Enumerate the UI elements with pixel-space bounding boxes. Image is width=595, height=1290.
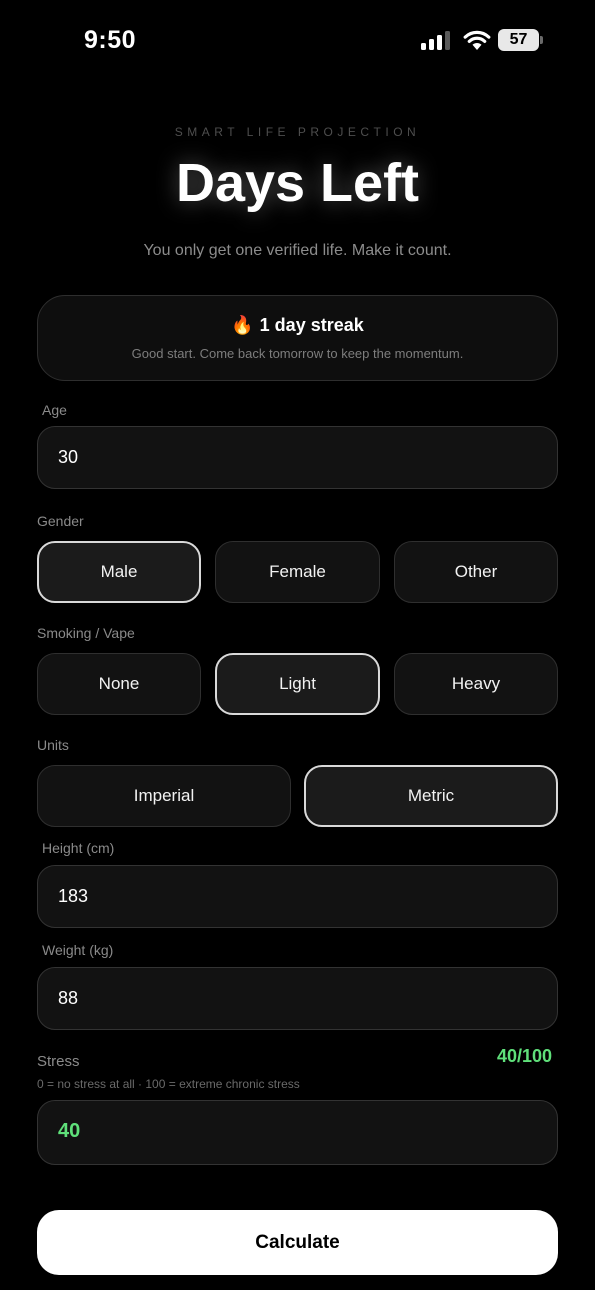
stress-readout: 40/100	[496, 1046, 552, 1066]
wifi-icon	[463, 30, 491, 50]
streak-title: 🔥 1 day streak	[38, 315, 557, 336]
battery-level: 57	[498, 29, 539, 51]
gender-option-other[interactable]: Other	[394, 541, 558, 603]
height-value: 183	[58, 886, 89, 906]
page-title: Days Left	[175, 153, 420, 213]
units-label: Units	[37, 737, 69, 753]
streak-card: 🔥 1 day streak Good start. Come back tomo…	[37, 295, 558, 381]
kicker-text: SMART LIFE PROJECTION	[174, 125, 421, 139]
age-value: 30	[58, 447, 79, 467]
fire-icon: 🔥	[231, 315, 254, 335]
age-label: Age	[42, 402, 67, 418]
status-time: 9:50	[84, 26, 137, 54]
streak-subtitle: Good start. Come back tomorrow to keep t…	[131, 346, 464, 361]
smoking-option-none[interactable]: None	[37, 653, 201, 715]
units-option-metric[interactable]: Metric	[304, 765, 558, 827]
status-bar: 9:50 57	[0, 0, 595, 80]
smoking-label: Smoking / Vape	[37, 625, 135, 641]
tagline: You only get one verified life. Make it …	[143, 242, 452, 259]
height-label: Height (cm)	[42, 840, 115, 856]
weight-value: 88	[58, 988, 79, 1008]
smoking-option-light[interactable]: Light	[215, 653, 380, 715]
weight-input[interactable]: 88	[37, 967, 558, 1030]
stress-label: Stress	[37, 1053, 80, 1070]
gender-option-male[interactable]: Male	[37, 541, 201, 603]
smoking-option-heavy[interactable]: Heavy	[394, 653, 558, 715]
weight-label: Weight (kg)	[42, 942, 114, 958]
calculate-button[interactable]: Calculate	[37, 1210, 558, 1275]
age-input[interactable]: 30	[37, 426, 558, 489]
cellular-signal-icon	[421, 31, 453, 50]
gender-option-female[interactable]: Female	[215, 541, 380, 603]
stress-value: 40	[58, 1120, 81, 1142]
streak-label: 1 day streak	[259, 315, 364, 335]
height-input[interactable]: 183	[37, 865, 558, 928]
stress-hint: 0 = no stress at all · 100 = extreme chr…	[37, 1077, 300, 1091]
gender-label: Gender	[37, 513, 84, 529]
units-option-imperial[interactable]: Imperial	[37, 765, 291, 827]
battery-icon: 57	[498, 29, 544, 51]
stress-input[interactable]: 40	[37, 1100, 558, 1165]
